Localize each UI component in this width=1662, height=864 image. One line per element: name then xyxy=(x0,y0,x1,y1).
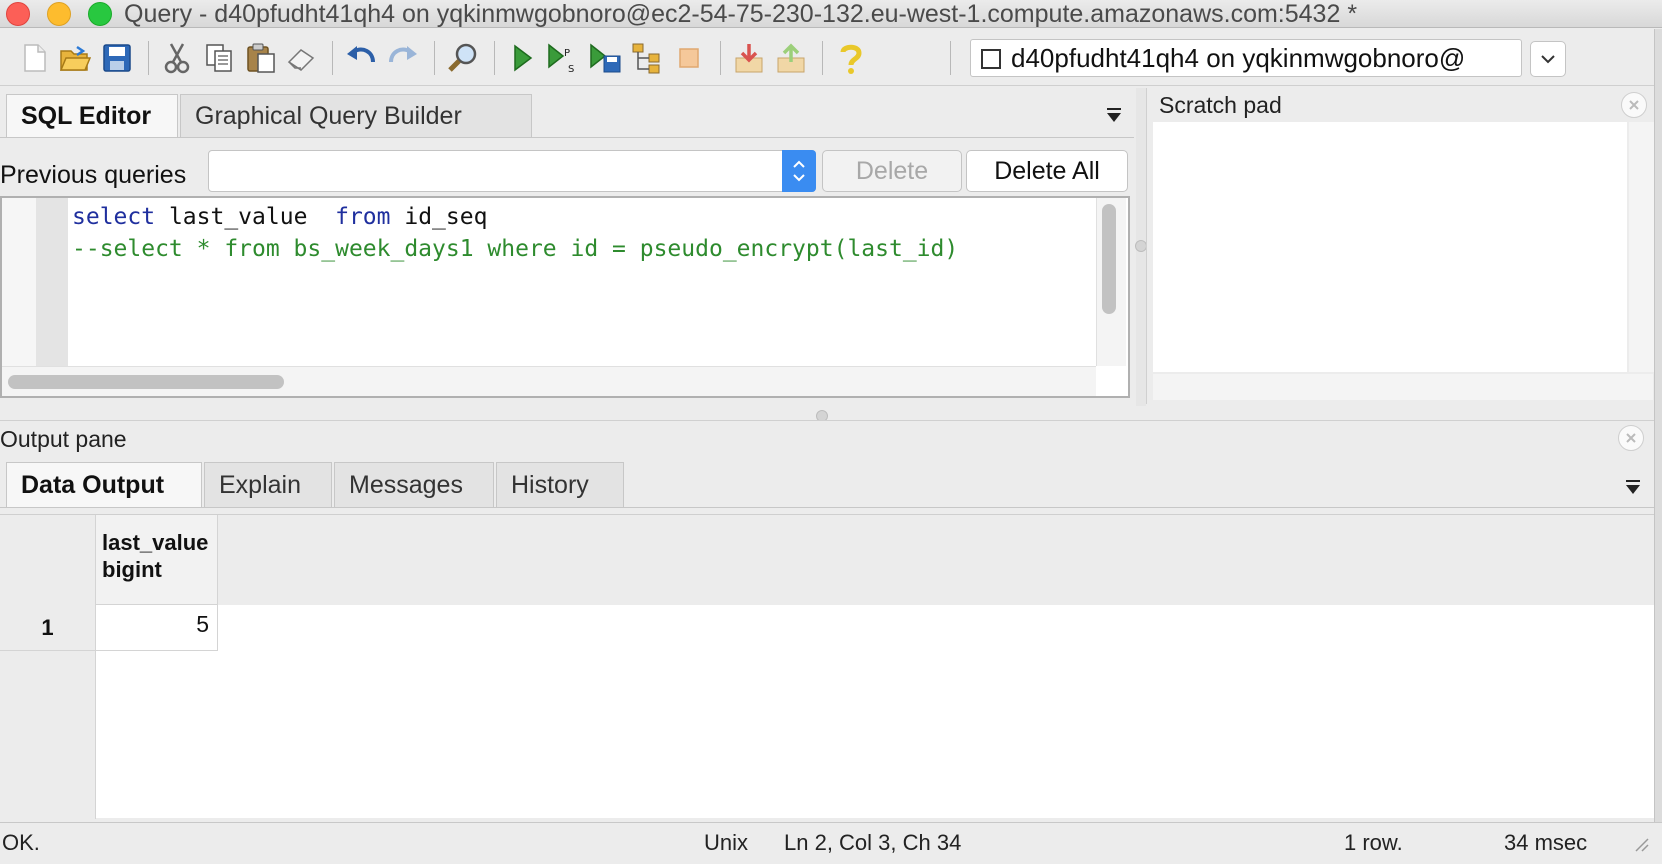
code-line-1: select last_value from id_seq xyxy=(72,202,487,232)
undo-icon[interactable] xyxy=(344,41,378,75)
editor-horizontal-scroll-thumb[interactable] xyxy=(8,375,284,389)
chevron-down-icon xyxy=(1541,55,1555,64)
column-name: last_value xyxy=(102,530,209,555)
save-icon[interactable] xyxy=(100,41,134,75)
editor-margin xyxy=(2,198,36,366)
output-pane-close-icon[interactable] xyxy=(1618,425,1644,451)
tab-messages[interactable]: Messages xyxy=(334,462,494,508)
column-header[interactable]: last_value bigint xyxy=(96,515,218,605)
svg-text:P: P xyxy=(564,48,570,59)
window-title: Query - d40pfudht41qh4 on yqkinmwgobnoro… xyxy=(124,0,1358,28)
code-text: last_value xyxy=(155,204,336,230)
tab-sql-editor[interactable]: SQL Editor xyxy=(6,94,178,138)
grid-corner-cell[interactable] xyxy=(0,515,96,605)
cancel-icon[interactable] xyxy=(672,41,706,75)
column-type: bigint xyxy=(102,557,162,582)
scratch-pad-textarea[interactable] xyxy=(1153,122,1627,372)
scratch-pad-title: Scratch pad xyxy=(1159,92,1282,118)
export-icon[interactable] xyxy=(732,41,766,75)
find-icon[interactable] xyxy=(446,41,480,75)
svg-text:S: S xyxy=(568,64,574,74)
zoom-window-button[interactable] xyxy=(88,2,112,26)
editor-vertical-scroll-thumb[interactable] xyxy=(1102,204,1116,314)
status-row-count: 1 row. xyxy=(1344,830,1403,855)
execute-icon[interactable] xyxy=(506,41,540,75)
previous-queries-label: Previous queries xyxy=(0,161,187,189)
open-folder-icon[interactable] xyxy=(58,41,92,75)
editor-horizontal-scrollbar[interactable] xyxy=(2,366,1096,396)
paste-icon[interactable] xyxy=(244,41,278,75)
code-text: id_seq xyxy=(390,204,488,230)
previous-queries-stepper[interactable] xyxy=(782,150,816,192)
status-state: OK. xyxy=(2,830,40,855)
status-line-ending: Unix xyxy=(704,830,749,855)
grid-cell[interactable]: 5 xyxy=(96,605,218,651)
scratch-pad-close-icon[interactable] xyxy=(1621,92,1647,118)
main-toolbar: PS d40pfudht41qh4 on yqkinmwgobnoro@ xyxy=(0,29,1662,86)
cut-icon[interactable] xyxy=(160,41,194,75)
editor-fold-margin xyxy=(36,198,68,366)
output-pane-header: Output pane xyxy=(0,420,1654,456)
grid-header-row xyxy=(0,515,1654,605)
tab-explain[interactable]: Explain xyxy=(204,462,332,508)
status-bar: OK. Unix Ln 2, Col 3, Ch 34 1 row. 34 ms… xyxy=(0,822,1662,864)
delete-all-button[interactable]: Delete All xyxy=(966,150,1128,192)
previous-queries-select[interactable] xyxy=(208,150,816,192)
row-header-gutter xyxy=(0,651,96,819)
redo-icon[interactable] xyxy=(386,41,420,75)
code-line-2: --select * from bs_week_days1 where id =… xyxy=(72,236,959,262)
sql-code-editor[interactable]: select last_value from id_seq --select *… xyxy=(0,196,1130,398)
window-edge xyxy=(1654,29,1662,822)
connection-selector[interactable]: d40pfudht41qh4 on yqkinmwgobnoro@ xyxy=(970,39,1522,77)
status-exec-time: 34 msec xyxy=(1504,830,1588,855)
horizontal-splitter[interactable] xyxy=(0,406,1654,422)
scratch-pad-vertical-scrollbar[interactable] xyxy=(1629,122,1655,372)
output-pane-title: Output pane xyxy=(0,426,127,452)
title-bar: Query - d40pfudht41qh4 on yqkinmwgobnoro… xyxy=(0,0,1662,28)
scratch-pad-horizontal-scrollbar[interactable] xyxy=(1153,374,1653,400)
close-window-button[interactable] xyxy=(6,2,30,26)
data-output-grid: last_value bigint 1 5 xyxy=(0,514,1654,819)
code-keyword: select xyxy=(72,204,156,230)
help-icon[interactable] xyxy=(834,41,868,75)
tab-history[interactable]: History xyxy=(496,462,624,508)
connection-label: d40pfudht41qh4 on yqkinmwgobnoro@ xyxy=(1011,43,1466,73)
minimize-window-button[interactable] xyxy=(47,2,71,26)
editor-vertical-scrollbar[interactable] xyxy=(1096,198,1126,366)
vertical-splitter[interactable] xyxy=(1135,88,1147,406)
tab-graphical-query-builder[interactable]: Graphical Query Builder xyxy=(180,94,532,138)
execute-to-file-icon[interactable] xyxy=(588,41,622,75)
import-icon[interactable] xyxy=(774,41,808,75)
code-keyword: from xyxy=(335,204,391,230)
up-down-arrows-icon xyxy=(793,160,805,182)
row-number[interactable]: 1 xyxy=(0,605,96,651)
explain-icon[interactable] xyxy=(630,41,664,75)
resize-grip-icon[interactable] xyxy=(1632,835,1650,853)
connection-checkbox[interactable] xyxy=(981,49,1001,69)
execute-pgscript-icon[interactable]: PS xyxy=(546,41,580,75)
delete-button[interactable]: Delete xyxy=(822,150,962,192)
sql-editor-panel: SQL Editor Graphical Query Builder Previ… xyxy=(0,88,1134,406)
new-file-icon[interactable] xyxy=(18,41,52,75)
status-cursor-position: Ln 2, Col 3, Ch 34 xyxy=(784,830,962,855)
copy-icon[interactable] xyxy=(202,41,236,75)
eraser-icon[interactable] xyxy=(284,41,318,75)
tab-data-output[interactable]: Data Output xyxy=(6,462,202,508)
connection-dropdown-button[interactable] xyxy=(1530,41,1566,77)
scratch-pad-panel: Scratch pad xyxy=(1146,88,1655,404)
